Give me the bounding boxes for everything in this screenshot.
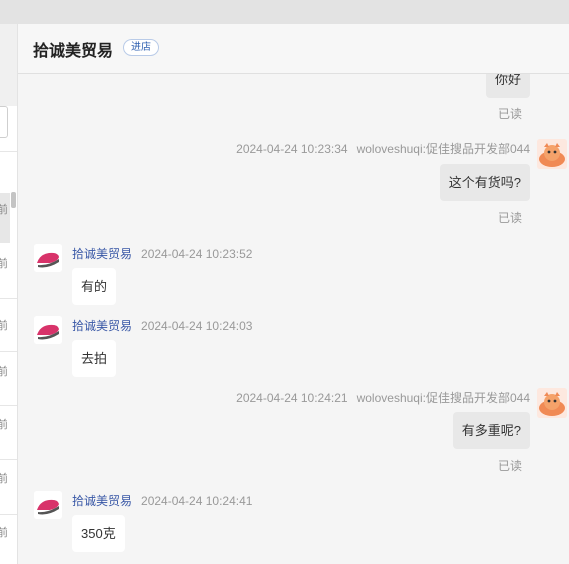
message-sender: woloveshuqi:促佳搜品开发部044 <box>356 391 530 405</box>
divider <box>0 298 17 299</box>
user-avatar <box>537 139 567 169</box>
message-bubble: 350克 <box>72 515 125 552</box>
conversation-time-fragment: 前 <box>0 204 7 216</box>
slipper-icon <box>34 491 62 519</box>
message-sender: woloveshuqi:促佳搜品开发部044 <box>356 142 530 156</box>
message-time: 2024-04-24 10:23:34 <box>236 142 348 156</box>
chat-window: 拾诚美贸易 进店 你好 已读 2024-04-24 10:23:34 wolove… <box>18 24 569 564</box>
user-avatar <box>537 388 567 418</box>
conversation-time-fragment: 前 <box>0 320 7 332</box>
shop-avatar <box>34 244 62 272</box>
cartoon-avatar-icon <box>537 388 567 418</box>
divider <box>0 459 17 460</box>
message-meta: 2024-04-24 10:23:34 woloveshuqi:促佳搜品开发部04… <box>236 140 530 157</box>
message-time: 2024-04-24 10:24:03 <box>141 319 253 333</box>
slipper-icon <box>34 316 62 344</box>
message-bubble: 有的 <box>72 268 117 305</box>
list-scrollbar[interactable] <box>11 192 16 208</box>
message-bubble: 这个有货吗? <box>439 164 530 201</box>
message-time: 2024-04-24 10:24:21 <box>236 391 348 405</box>
message-meta: 拾诚美贸易 2024-04-24 10:24:41 <box>72 492 252 509</box>
conversation-time-fragment: 前 <box>0 419 7 431</box>
message-meta: 2024-04-24 10:24:21 woloveshuqi:促佳搜品开发部04… <box>236 389 530 406</box>
slipper-icon <box>34 244 62 272</box>
list-header <box>0 24 17 106</box>
read-status: 已读 <box>497 211 522 225</box>
message-bubble: 去拍 <box>72 340 117 377</box>
conversation-time-fragment: 前 <box>0 258 7 270</box>
message-bubble: 你好 <box>485 74 530 98</box>
shop-avatar <box>34 316 62 344</box>
enter-shop-button[interactable]: 进店 <box>123 39 159 56</box>
conversation-time-fragment: 前 <box>0 527 7 539</box>
message-sender[interactable]: 拾诚美贸易 <box>72 319 132 333</box>
message-bubble: 有多重呢? <box>452 412 530 449</box>
message-meta: 拾诚美贸易 2024-04-24 10:24:03 <box>72 317 252 334</box>
search-input[interactable] <box>0 106 8 138</box>
chat-header: 拾诚美贸易 进店 <box>18 24 569 74</box>
message-list[interactable]: 你好 已读 2024-04-24 10:23:34 woloveshuqi:促佳搜… <box>18 74 569 564</box>
message-meta: 拾诚美贸易 2024-04-24 10:23:52 <box>72 245 252 262</box>
conversation-time-fragment: 前 <box>0 366 7 378</box>
message-sender[interactable]: 拾诚美贸易 <box>72 494 132 508</box>
message-sender[interactable]: 拾诚美贸易 <box>72 247 132 261</box>
shop-name: 拾诚美贸易 <box>33 43 114 60</box>
divider <box>0 351 17 352</box>
cartoon-avatar-icon <box>537 139 567 169</box>
divider <box>0 514 17 515</box>
divider <box>0 405 17 406</box>
message-time: 2024-04-24 10:24:41 <box>141 494 253 508</box>
divider <box>0 151 17 152</box>
conversation-list-panel: 前 前 前 前 前 前 前 <box>0 24 17 564</box>
read-status: 已读 <box>497 107 522 121</box>
shop-avatar <box>34 491 62 519</box>
read-status: 已读 <box>497 459 522 473</box>
conversation-time-fragment: 前 <box>0 473 7 485</box>
message-time: 2024-04-24 10:23:52 <box>141 247 253 261</box>
